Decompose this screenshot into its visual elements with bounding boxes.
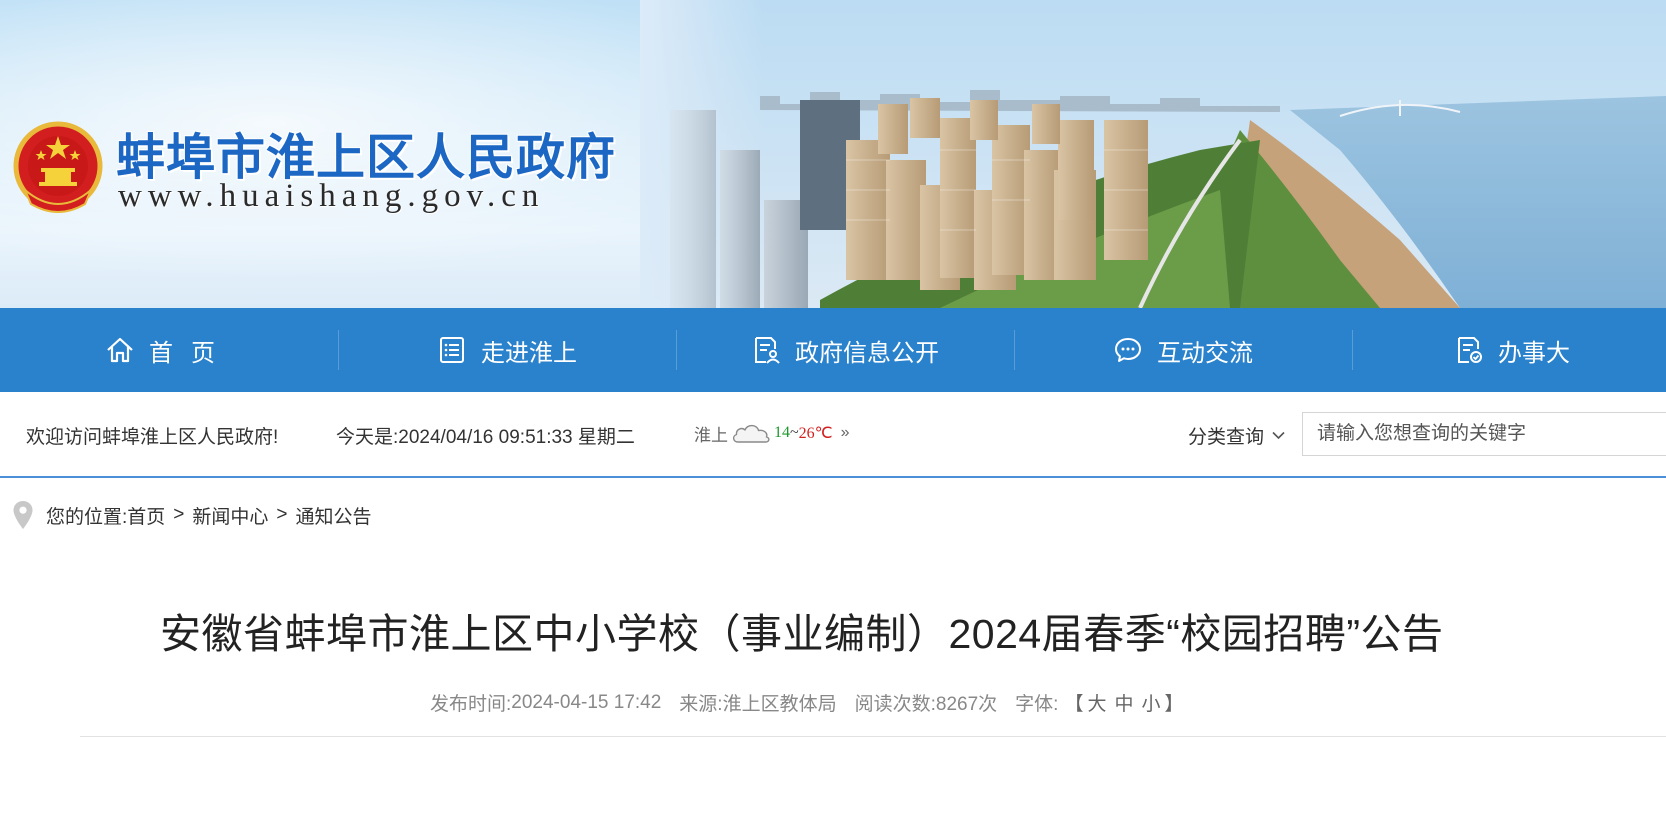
source-value: 淮上区教体局 xyxy=(722,694,837,715)
document-person-icon xyxy=(755,337,780,364)
temp-high: 26℃ xyxy=(798,425,833,442)
views-count: 8267次 xyxy=(935,694,998,715)
temp-low: 14 xyxy=(774,424,790,441)
city-skyline-image xyxy=(640,0,1666,308)
font-size-large-button[interactable]: 大 xyxy=(1087,689,1106,716)
nav-item-services[interactable]: 办事大 xyxy=(1352,308,1666,392)
breadcrumb-separator: > xyxy=(276,504,288,525)
document-check-icon xyxy=(1458,337,1482,363)
source-label: 来源: xyxy=(679,694,723,715)
cloud-icon xyxy=(732,424,770,443)
font-size-bracket-close: 】 xyxy=(1164,694,1184,715)
breadcrumb-prefix: 您的位置: xyxy=(46,506,128,528)
breadcrumb: 您的位置: 首页 > 新闻中心 > 通知公告 xyxy=(12,500,372,530)
article-meta: 发布时间: 2024-04-15 17:42 来源: 淮上区教体局 阅读次数: … xyxy=(430,689,1184,716)
today-label: 今天是: xyxy=(336,427,399,448)
breadcrumb-item-home[interactable]: 首页 xyxy=(127,502,165,529)
font-size-label: 字体: xyxy=(1015,694,1059,715)
category-select-label: 分类查询 xyxy=(1188,427,1265,448)
nav-item-label: 政府信息公开 xyxy=(795,339,939,367)
temp-separator: ~ xyxy=(790,424,799,441)
breadcrumb-separator: > xyxy=(173,504,185,525)
article-title: 安徽省蚌埠市淮上区中小学校（事业编制）2024届春季“校园招聘”公告 xyxy=(160,611,1444,657)
font-size-medium-button[interactable]: 中 xyxy=(1114,689,1133,716)
nav-item-label: 首页 xyxy=(149,339,233,367)
home-icon xyxy=(107,337,133,363)
meta-divider xyxy=(80,736,1666,737)
site-url: www.huaishang.gov.cn xyxy=(118,178,545,214)
breadcrumb-item-news[interactable]: 新闻中心 xyxy=(192,502,268,529)
views-label: 阅读次数: xyxy=(854,694,936,715)
chevron-down-icon xyxy=(1272,431,1285,440)
category-select[interactable]: 分类查询 xyxy=(1188,422,1285,449)
breadcrumb-item-notices[interactable]: 通知公告 xyxy=(296,502,372,529)
national-emblem-icon xyxy=(13,121,103,213)
publish-time: 2024-04-15 17:42 xyxy=(511,691,662,713)
chat-bubble-icon xyxy=(1115,338,1141,362)
publish-time-label: 发布时间: xyxy=(430,694,512,715)
datetime-value: 2024/04/16 09:51:33 星期二 xyxy=(398,427,635,448)
weather-city: 淮上 xyxy=(694,425,728,446)
nav-item-label: 办事大 xyxy=(1498,339,1570,367)
header-banner: 蚌埠市淮上区人民政府 www.huaishang.gov.cn xyxy=(0,0,1666,308)
nav-item-label: 走进淮上 xyxy=(481,339,577,367)
location-pin-icon xyxy=(13,501,33,529)
weather-widget[interactable]: 淮上 14 ~ 26℃ » xyxy=(694,420,850,446)
nav-item-interaction[interactable]: 互动交流 xyxy=(1014,308,1352,392)
welcome-text: 欢迎访问蚌埠淮上区人民政府! xyxy=(26,427,279,448)
nav-item-gov-info[interactable]: 政府信息公开 xyxy=(676,308,1014,392)
double-chevron-right-icon[interactable]: » xyxy=(841,424,850,442)
main-nav: 首页 走进淮上 政府信息公开 互动交流 办事大 xyxy=(0,308,1666,392)
nav-item-label: 互动交流 xyxy=(1157,339,1253,367)
list-icon xyxy=(440,337,464,363)
info-bar: 欢迎访问蚌埠淮上区人民政府! 今天是:2024/04/16 09:51:33 星… xyxy=(0,392,1666,478)
search-input[interactable] xyxy=(1302,412,1666,456)
font-size-bracket-open: 【 xyxy=(1064,694,1084,715)
nav-item-about[interactable]: 走进淮上 xyxy=(338,308,676,392)
nav-item-home[interactable]: 首页 xyxy=(0,308,338,392)
font-size-small-button[interactable]: 小 xyxy=(1141,689,1160,716)
current-datetime: 今天是:2024/04/16 09:51:33 星期二 xyxy=(336,422,635,449)
